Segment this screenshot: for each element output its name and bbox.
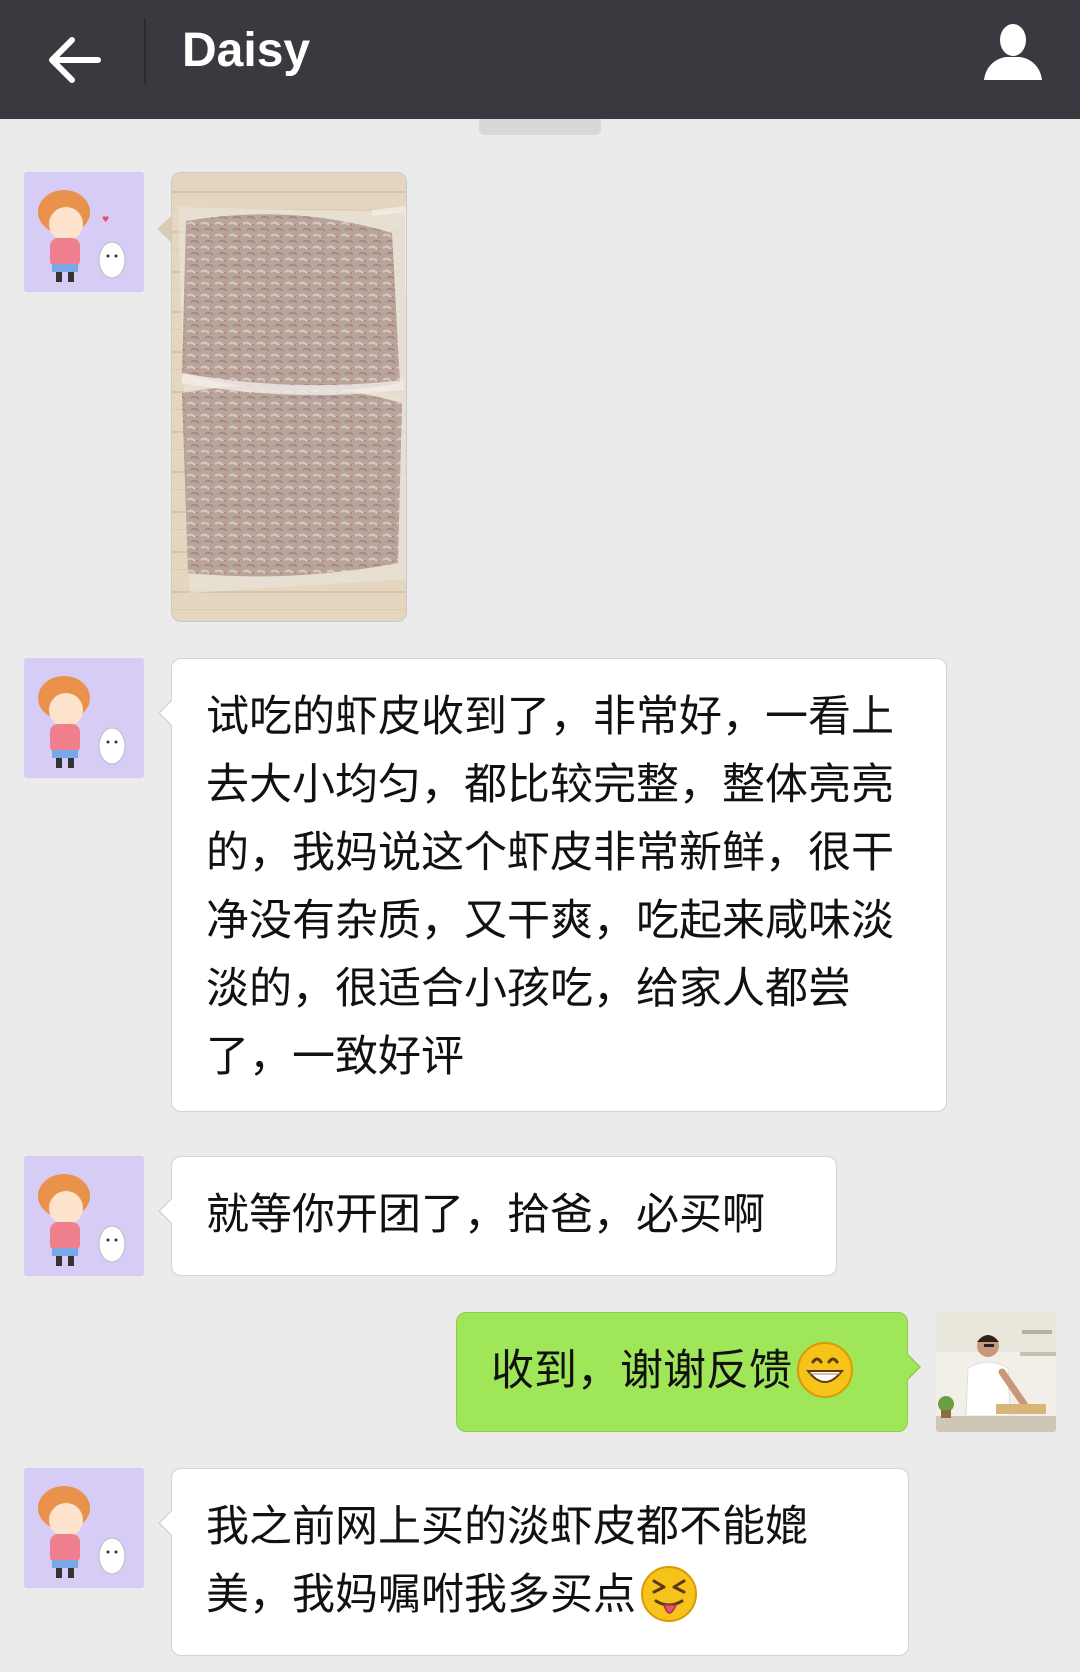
outgoing-message-bubble[interactable]: 收到，谢谢反馈 xyxy=(456,1312,921,1432)
message-bubble[interactable]: 试吃的虾皮收到了，非常好，一看上去大小均匀，都比较完整，整体亮亮的，我妈说这个虾… xyxy=(158,658,947,1112)
chat-title: Daisy xyxy=(182,24,311,77)
avatar-daisy[interactable] xyxy=(24,658,144,778)
message-text: 收到，谢谢反馈 xyxy=(491,1346,792,1396)
back-button[interactable] xyxy=(34,20,114,100)
message-text: 我之前网上买的淡虾皮都不能媲美，我妈嘱咐我多买点 xyxy=(206,1502,808,1620)
avatar-daisy[interactable] xyxy=(24,1468,144,1588)
top-bar: Daisy xyxy=(0,0,1080,119)
shrimp-photo xyxy=(172,173,406,621)
avatar-daisy[interactable] xyxy=(24,1156,144,1276)
girl-cat-avatar-icon xyxy=(24,658,144,778)
message-bubble[interactable]: 我之前网上买的淡虾皮都不能媲美，我妈嘱咐我多买点 xyxy=(158,1468,909,1656)
man-cooking-avatar-icon xyxy=(936,1312,1056,1432)
avatar-daisy[interactable]: ♥ xyxy=(24,172,144,292)
arrow-left-icon xyxy=(49,37,101,83)
message-text: 试吃的虾皮收到了，非常好，一看上去大小均匀，都比较完整，整体亮亮的，我妈说这个虾… xyxy=(206,692,894,1082)
girl-cat-avatar-icon: ♥ xyxy=(24,172,144,292)
person-icon xyxy=(984,24,1042,80)
message-bubble[interactable]: 就等你开团了，拾爸，必买啊 xyxy=(158,1156,837,1276)
header-divider xyxy=(144,18,146,84)
squinting-tongue-emoji xyxy=(641,1565,697,1622)
girl-cat-avatar-icon xyxy=(24,1156,144,1276)
profile-button[interactable] xyxy=(976,14,1050,88)
message-text: 就等你开团了，拾爸，必买啊 xyxy=(206,1190,765,1240)
avatar-me[interactable] xyxy=(936,1312,1056,1432)
girl-cat-avatar-icon xyxy=(24,1468,144,1588)
grinning-face-emoji xyxy=(797,1341,853,1398)
shrimp-photo-message[interactable] xyxy=(171,172,407,622)
image-bubble-tail xyxy=(157,216,171,242)
svg-text:♥: ♥ xyxy=(102,215,109,224)
pull-tab xyxy=(479,119,601,135)
